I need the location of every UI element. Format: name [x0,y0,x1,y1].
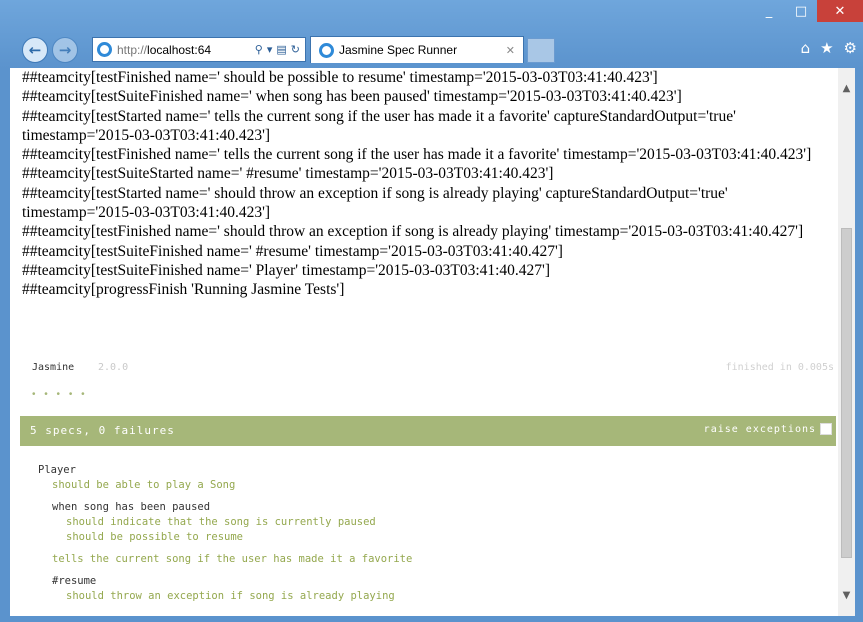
raise-exceptions-checkbox[interactable] [820,423,832,435]
navigation-bar: ← → http:// localhost:64 ⚲ ▾ ▤ ↻ Jasmine… [0,33,863,63]
spec-item[interactable]: should be possible to resume [52,530,468,545]
tab-title: Jasmine Spec Runner [339,43,458,57]
log-line: ##teamcity[progressFinish 'Running Jasmi… [22,281,345,299]
scroll-up-icon[interactable]: ▲ [838,80,855,97]
home-icon[interactable]: ⌂ [801,39,811,57]
page-viewport: ##teamcity[testFinished name=' should be… [10,68,855,616]
log-line: ##teamcity[testSuiteFinished name=' Play… [22,261,551,279]
compatibility-view-icon[interactable]: ▤ [276,43,286,56]
raise-exceptions-label: raise exceptions [703,423,816,435]
dropdown-icon[interactable]: ▾ [267,43,273,56]
address-bar[interactable]: http:// localhost:64 ⚲ ▾ ▤ ↻ [92,37,306,62]
close-window-button[interactable]: ✕ [817,0,863,22]
window-border-bottom [0,616,863,622]
summary-text: 5 specs, 0 failures [30,424,175,437]
teamcity-log: ##teamcity[testFinished name=' should be… [22,68,832,300]
new-tab-button[interactable] [527,38,555,63]
log-line: ##teamcity[testFinished name=' tells the… [22,146,812,164]
spec-result-dots: • • • • • [32,389,88,400]
settings-gear-icon[interactable]: ⚙ [844,39,857,57]
spec-item[interactable]: should indicate that the song is current… [52,515,468,530]
jasmine-duration: finished in 0.005s [725,362,834,373]
vertical-scrollbar[interactable]: ▲ ▼ [838,68,855,616]
favorites-star-icon[interactable]: ★ [820,39,833,57]
browser-toolbar-icons: ⌂ ★ ⚙ [801,39,857,57]
url-protocol: http:// [117,42,148,57]
ie-site-icon [97,42,112,57]
suite-name[interactable]: Player [38,463,468,478]
jasmine-title: Jasmine [32,362,75,373]
refresh-icon[interactable]: ↻ [291,43,300,56]
log-line: ##teamcity[testStarted name=' should thr… [22,184,728,222]
log-line: ##teamcity[testSuiteFinished name=' #res… [22,242,563,260]
spec-item[interactable]: tells the current song if the user has m… [38,552,468,567]
jasmine-banner: Jasmine 2.0.0 finished in 0.005s [20,349,836,383]
minimize-button[interactable]: _ [753,0,785,22]
log-line: ##teamcity[testFinished name=' should be… [22,69,658,86]
jasmine-reporter: Jasmine 2.0.0 finished in 0.005s • • • •… [20,349,836,602]
maximize-button[interactable]: □ [785,0,817,22]
window-border-right [855,68,863,622]
raise-exceptions-toggle[interactable]: raise exceptions [704,423,832,435]
window-border-left [0,68,10,622]
spec-item[interactable]: should throw an exception if song is alr… [52,589,468,604]
spec-list: Player should be able to play a Song whe… [38,463,468,612]
back-button[interactable]: ← [22,37,48,63]
log-line: ##teamcity[testSuiteStarted name=' #resu… [22,165,554,183]
address-tools: ⚲ ▾ ▤ ↻ [255,43,305,56]
forward-button[interactable]: → [52,37,78,63]
search-icon[interactable]: ⚲ [255,43,263,56]
url-host: localhost:64 [147,42,212,57]
browser-titlebar: _ □ ✕ ← → http:// localhost:64 ⚲ ▾ ▤ ↻ J… [0,0,863,68]
suite-when-paused: when song has been paused should indicat… [38,500,468,545]
tab-favicon-icon [319,42,334,58]
log-line: ##teamcity[testFinished name=' should th… [22,223,804,241]
tab-jasmine-spec-runner[interactable]: Jasmine Spec Runner ✕ [310,36,524,63]
window-controls: _ □ ✕ [753,0,863,26]
scroll-down-icon[interactable]: ▼ [838,587,855,604]
log-line: ##teamcity[testStarted name=' tells the … [22,107,736,144]
scroll-thumb[interactable] [841,228,852,558]
suite-player: Player should be able to play a Song whe… [38,463,468,604]
tab-close-icon[interactable]: ✕ [506,44,515,57]
log-line: ##teamcity[testSuiteFinished name=' when… [22,88,682,106]
suite-resume: #resume should throw an exception if son… [38,574,468,604]
jasmine-version: 2.0.0 [98,362,129,373]
jasmine-summary-bar: 5 specs, 0 failures raise exceptions [20,416,836,446]
suite-name[interactable]: when song has been paused [52,500,468,515]
suite-name[interactable]: #resume [52,574,468,589]
spec-item[interactable]: should be able to play a Song [38,478,468,493]
